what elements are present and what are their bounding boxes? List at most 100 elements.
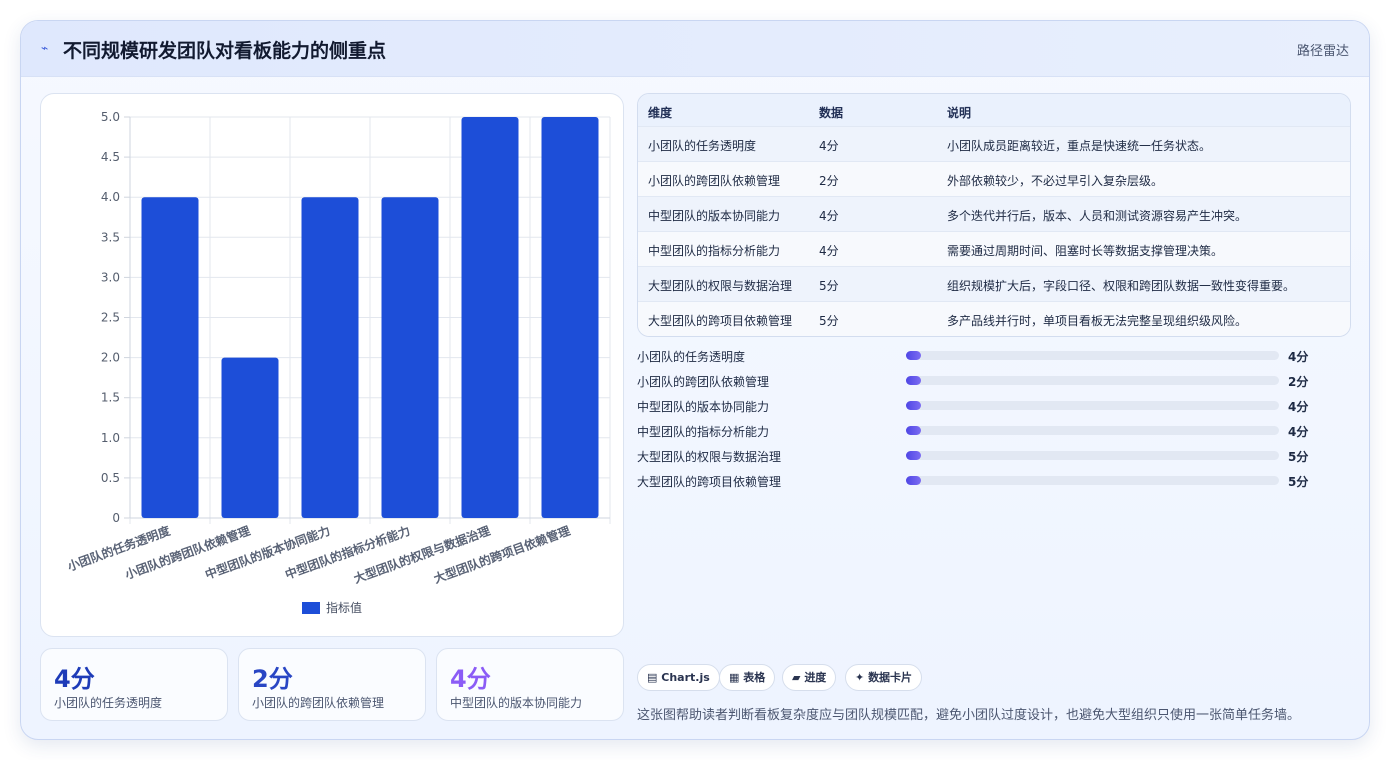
table-row: 大型团队的权限与数据治理 5分 组织规模扩大后，字段口径、权限和跨团队数据一致性… <box>638 267 1350 302</box>
progress-row: 大型团队的权限与数据治理 5分 <box>637 446 1337 466</box>
table-cell: 中型团队的版本协同能力 <box>648 209 781 223</box>
table-row: 中型团队的版本协同能力 4分 多个迭代并行后，版本、人员和测试资源容易产生冲突。 <box>638 197 1350 232</box>
bar <box>301 197 359 518</box>
chip-data-cards[interactable]: ✦ 数据卡片 <box>845 664 923 691</box>
y-tick-label: 0 <box>112 511 120 525</box>
stat-card: 2分 小团队的跨团队依赖管理 <box>238 648 426 721</box>
chip-label: 表格 <box>743 671 766 684</box>
y-tick-label: 4.5 <box>101 150 120 164</box>
table-cell: 4分 <box>819 244 839 258</box>
table-row: 小团队的任务透明度 4分 小团队成员距离较近，重点是快速统一任务状态。 <box>638 127 1350 162</box>
y-tick-label: 1.0 <box>101 431 120 445</box>
bar-chart: 00.51.01.52.02.53.03.54.04.55.0小团队的任务透明度… <box>65 110 611 615</box>
table-row: 大型团队的跨项目依赖管理 5分 多产品线并行时，单项目看板无法完整呈现组织级风险… <box>638 302 1350 336</box>
progress-value: 4分 <box>1288 350 1309 364</box>
progress-row: 大型团队的跨项目依赖管理 5分 <box>637 471 1337 491</box>
stat-card: 4分 小团队的任务透明度 <box>40 648 228 721</box>
chip-label: Chart.js <box>661 671 710 684</box>
progress-label: 小团队的任务透明度 <box>637 350 746 364</box>
progress-value: 5分 <box>1288 475 1309 489</box>
progress-row: 小团队的任务透明度 4分 <box>637 346 1337 366</box>
progress-fill <box>906 376 921 385</box>
bar <box>221 357 279 518</box>
stat-card: 4分 中型团队的版本协同能力 <box>436 648 624 721</box>
table-cell: 小团队成员距离较近，重点是快速统一任务状态。 <box>947 139 1212 153</box>
y-tick-label: 1.5 <box>101 391 120 405</box>
table-cell: 2分 <box>819 174 839 188</box>
x-tick-label: 中型团队的指标分析能力 <box>283 523 412 582</box>
progress-label: 中型团队的指标分析能力 <box>637 425 770 439</box>
progress-fill <box>906 451 921 460</box>
progress-fill <box>906 401 921 410</box>
chip-progress[interactable]: ▰ 进度 <box>782 664 837 691</box>
stat-value: 4分 <box>450 665 491 693</box>
x-tick-label: 大型团队的跨项目依赖管理 <box>432 523 572 586</box>
progress-row: 中型团队的指标分析能力 4分 <box>637 421 1337 441</box>
progress-label: 中型团队的版本协同能力 <box>637 400 770 414</box>
progress-label: 大型团队的权限与数据治理 <box>637 450 782 464</box>
table-cell: 多产品线并行时，单项目看板无法完整呈现组织级风险。 <box>947 314 1248 328</box>
progress-track <box>906 351 1279 360</box>
table-cell: 中型团队的指标分析能力 <box>648 244 781 258</box>
chip-label: 数据卡片 <box>868 671 913 684</box>
progress-track <box>906 401 1279 410</box>
table-cell: 5分 <box>819 314 839 328</box>
bar <box>461 117 519 518</box>
progress-track <box>906 376 1279 385</box>
progress-row: 中型团队的版本协同能力 4分 <box>637 396 1337 416</box>
trend-line-icon: ⌁ <box>41 41 49 55</box>
chip-chartjs[interactable]: ▤ Chart.js <box>637 664 720 691</box>
progress-fill <box>906 426 921 435</box>
column-header-data: 数据 <box>819 106 844 120</box>
progress-row: 小团队的跨团队依赖管理 2分 <box>637 371 1337 391</box>
y-tick-label: 2.5 <box>101 311 120 325</box>
stat-label: 小团队的任务透明度 <box>54 696 163 710</box>
y-tick-label: 3.0 <box>101 270 120 284</box>
sparkle-icon: ✦ <box>855 671 865 684</box>
table-cell: 4分 <box>819 209 839 223</box>
bar-chart-panel: 0 0.5 1.0 1.5 2.0 2.5 3.0 3.5 4.0 4.5 5.0 小团队的任务透明度… <box>40 93 624 637</box>
table-cell: 需要通过周期时间、阻塞时长等数据支撑管理决策。 <box>947 244 1224 258</box>
y-tick-label: 0.5 <box>101 471 120 485</box>
stat-value: 2分 <box>252 665 293 693</box>
chip-table[interactable]: ▦ 表格 <box>719 664 776 691</box>
table-cell: 小团队的跨团队依赖管理 <box>648 174 781 188</box>
bar <box>541 117 599 518</box>
table-cell: 5分 <box>819 279 839 293</box>
table-header: 维度 数据 说明 <box>638 94 1350 127</box>
table-row: 中型团队的指标分析能力 4分 需要通过周期时间、阻塞时长等数据支撑管理决策。 <box>638 232 1350 267</box>
table-row: 小团队的跨团队依赖管理 2分 外部依赖较少，不必过早引入复杂层级。 <box>638 162 1350 197</box>
table-icon: ▦ <box>729 671 740 684</box>
page-title: 不同规模研发团队对看板能力的侧重点 <box>63 40 387 62</box>
column-header-description: 说明 <box>947 106 972 120</box>
column-header-dimension: 维度 <box>648 106 673 120</box>
progress-fill <box>906 351 921 360</box>
data-table: 维度 数据 说明 小团队的任务透明度 4分 小团队成员距离较近，重点是快速统一任… <box>637 93 1351 337</box>
progress-value: 2分 <box>1288 375 1309 389</box>
dashboard-card: ⌁ 不同规模研发团队对看板能力的侧重点 路径雷达 0 0.5 1.0 1.5 2.0 2.… <box>20 20 1370 740</box>
legend-swatch <box>302 602 320 614</box>
progress-track <box>906 476 1279 485</box>
progress-track <box>906 426 1279 435</box>
y-tick-label: 5.0 <box>101 110 120 124</box>
progress-label: 小团队的跨团队依赖管理 <box>637 375 770 389</box>
y-tick-label: 4.0 <box>101 190 120 204</box>
progress-label: 大型团队的跨项目依赖管理 <box>637 475 782 489</box>
chart-icon: ▤ <box>647 671 658 684</box>
stat-label: 小团队的跨团队依赖管理 <box>252 696 385 710</box>
progress-icon: ▰ <box>792 671 801 684</box>
stat-value: 4分 <box>54 665 95 693</box>
bar <box>381 197 439 518</box>
footnote: 这张图帮助读者判断看板复杂度应与团队规模匹配，避免小团队过度设计，也避免大型组织… <box>637 708 1301 723</box>
header-tag: 路径雷达 <box>1296 44 1349 59</box>
progress-track <box>906 451 1279 460</box>
table-cell: 大型团队的权限与数据治理 <box>648 279 793 293</box>
table-cell: 小团队的任务透明度 <box>648 139 757 153</box>
y-tick-label: 2.0 <box>101 351 120 365</box>
table-cell: 外部依赖较少，不必过早引入复杂层级。 <box>947 174 1164 188</box>
x-tick-label: 小团队的跨团队依赖管理 <box>123 523 252 582</box>
chip-label: 进度 <box>804 671 827 684</box>
table-cell: 4分 <box>819 139 839 153</box>
progress-value: 4分 <box>1288 400 1309 414</box>
bar <box>141 197 199 518</box>
